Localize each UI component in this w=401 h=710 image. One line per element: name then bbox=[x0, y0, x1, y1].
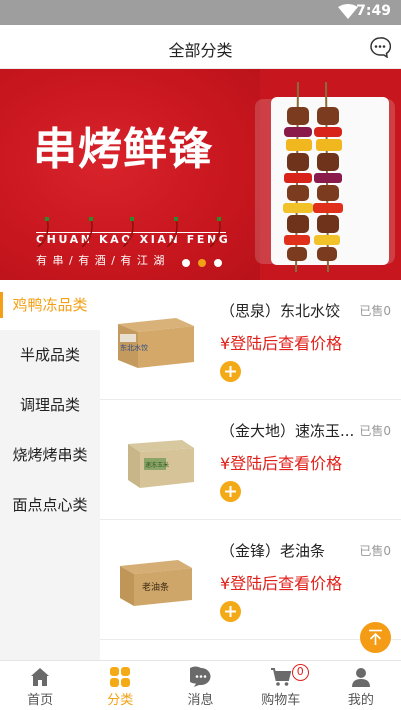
tab-category[interactable]: 分类 bbox=[80, 661, 160, 710]
box-label: 东北水饺 bbox=[120, 343, 148, 352]
tab-label: 我的 bbox=[347, 693, 374, 708]
plus-icon bbox=[225, 366, 236, 377]
pager-dot[interactable] bbox=[182, 259, 190, 267]
back-to-top-button[interactable] bbox=[360, 622, 391, 653]
category-item-seasoned[interactable]: 调理品类 bbox=[0, 380, 100, 430]
banner-slogan: 有 串 / 有 酒 / 有 江 湖 bbox=[36, 254, 166, 267]
tab-profile[interactable]: 我的 bbox=[321, 661, 401, 710]
wifi-icon bbox=[338, 4, 358, 19]
grid-icon bbox=[110, 667, 131, 687]
bottom-tabbar: 首页 分类 消息 0 购物车 我的 bbox=[0, 660, 401, 710]
list-item[interactable]: 东北水饺 （思泉）东北水饺 已售0 ¥登陆后查看价格 bbox=[100, 280, 401, 400]
sold-count: 已售0 bbox=[359, 424, 391, 438]
pager-dot[interactable] bbox=[214, 259, 222, 267]
product-price: ¥登陆后查看价格 bbox=[220, 454, 343, 473]
category-item-bbq-skewers[interactable]: 烧烤烤串类 bbox=[0, 430, 100, 480]
clock: 7:49 bbox=[356, 3, 391, 19]
product-name[interactable]: （金锋）老油条 bbox=[220, 540, 360, 561]
tab-cart[interactable]: 0 购物车 bbox=[241, 661, 321, 710]
add-to-cart-button[interactable] bbox=[220, 481, 241, 502]
product-name[interactable]: （思泉）东北水饺 bbox=[220, 300, 360, 321]
user-icon bbox=[351, 668, 370, 687]
product-name[interactable]: （金大地）速冻玉... bbox=[220, 420, 360, 441]
box-label: 速冻玉米 bbox=[145, 461, 169, 469]
product-image[interactable]: 老油条 bbox=[112, 550, 198, 612]
product-image[interactable]: 速冻玉米 bbox=[112, 430, 198, 492]
arrow-up-icon bbox=[369, 629, 382, 645]
plus-icon bbox=[225, 606, 236, 617]
banner-pager bbox=[182, 259, 222, 267]
list-item[interactable]: 老油条 （金锋）老油条 已售0 ¥登陆后查看价格 bbox=[100, 520, 401, 640]
promo-banner[interactable]: 串烤鲜锋 CHUAN KAO XIAN FENG 有 串 / 有 酒 / 有 江… bbox=[0, 69, 401, 280]
tab-label: 分类 bbox=[107, 693, 134, 708]
cart-icon bbox=[270, 668, 291, 686]
product-price: ¥登陆后查看价格 bbox=[220, 334, 343, 353]
category-item-chicken-duck[interactable]: 鸡鸭冻品类 bbox=[0, 280, 100, 330]
chili-pepper-icon bbox=[37, 217, 221, 248]
message-icon bbox=[189, 666, 210, 687]
sold-count: 已售0 bbox=[359, 304, 391, 318]
tab-label: 首页 bbox=[27, 693, 54, 708]
plus-icon bbox=[225, 486, 236, 497]
sold-count: 已售0 bbox=[359, 544, 391, 558]
page-title: 全部分类 bbox=[168, 41, 233, 60]
status-bar: 7:49 bbox=[0, 0, 401, 25]
product-image[interactable]: 东北水饺 bbox=[112, 310, 198, 372]
cart-count-badge: 0 bbox=[291, 664, 309, 681]
box-label: 老油条 bbox=[142, 581, 169, 593]
list-item[interactable]: 速冻玉米 （金大地）速冻玉... 已售0 ¥登陆后查看价格 bbox=[100, 400, 401, 520]
pager-dot-active[interactable] bbox=[198, 259, 206, 267]
kebab-skewers-image bbox=[283, 81, 343, 273]
category-item-pastry[interactable]: 面点点心类 bbox=[0, 480, 100, 530]
tab-label: 购物车 bbox=[261, 693, 301, 708]
tab-home[interactable]: 首页 bbox=[0, 661, 80, 710]
chat-bubble-icon[interactable] bbox=[369, 36, 391, 58]
product-price: ¥登陆后查看价格 bbox=[220, 574, 343, 593]
product-list: 东北水饺 （思泉）东北水饺 已售0 ¥登陆后查看价格 速冻玉米 （金大地）速冻玉… bbox=[100, 280, 401, 660]
tab-messages[interactable]: 消息 bbox=[160, 661, 240, 710]
add-to-cart-button[interactable] bbox=[220, 361, 241, 382]
page-header: 全部分类 bbox=[0, 25, 401, 69]
home-icon bbox=[31, 668, 50, 686]
add-to-cart-button[interactable] bbox=[220, 601, 241, 622]
category-item-semi-finished[interactable]: 半成品类 bbox=[0, 330, 100, 380]
category-sidebar: 鸡鸭冻品类 半成品类 调理品类 烧烤烤串类 面点点心类 bbox=[0, 280, 100, 660]
tab-label: 消息 bbox=[187, 693, 214, 708]
banner-brand: 串烤鲜锋 bbox=[33, 124, 213, 175]
